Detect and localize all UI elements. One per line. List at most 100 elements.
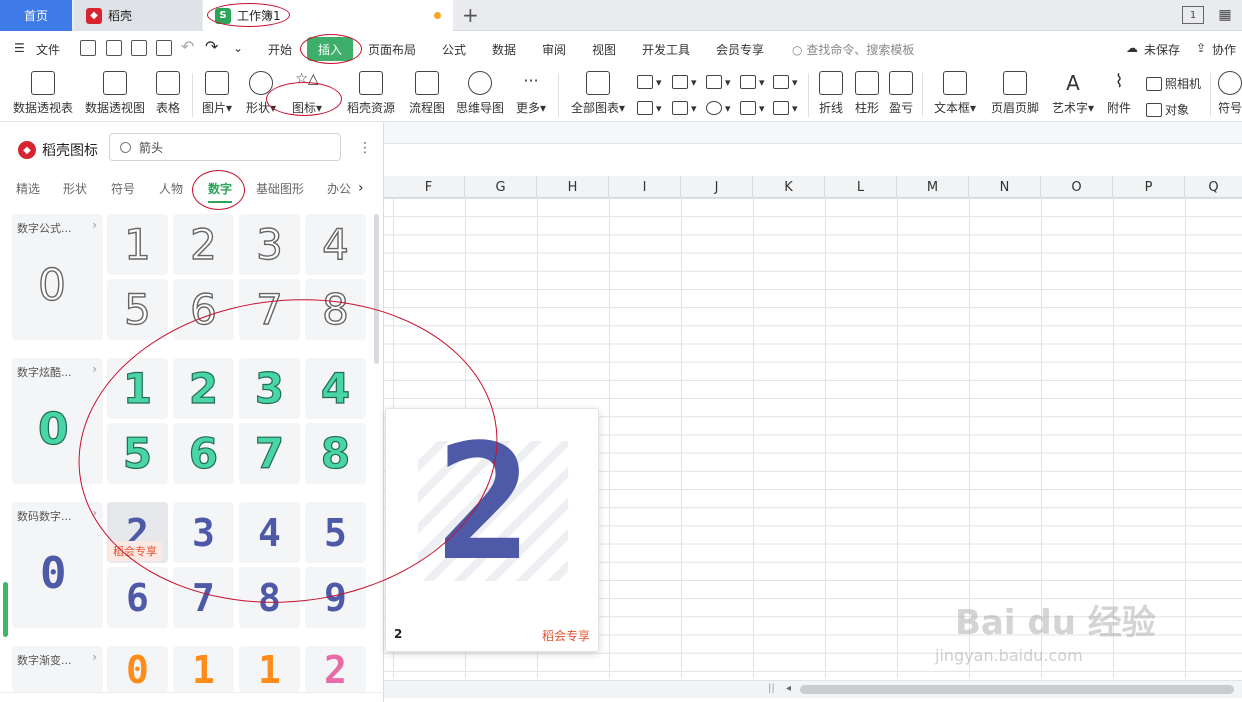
- save-icon[interactable]: [80, 40, 96, 56]
- column-header[interactable]: Q: [1185, 176, 1242, 198]
- menu-start[interactable]: 开始: [268, 41, 292, 58]
- category-tab[interactable]: 人物: [159, 180, 183, 197]
- radar-chart-dropdown[interactable]: ▾: [740, 75, 765, 89]
- number-icon[interactable]: 7: [173, 567, 234, 628]
- number-icon[interactable]: 1: [107, 358, 168, 419]
- panel-scroll-thumb[interactable]: [374, 214, 379, 364]
- collab-button[interactable]: 协作: [1212, 41, 1236, 58]
- pivot-table-button[interactable]: 数据透视表: [12, 71, 74, 116]
- category-tab-numbers[interactable]: 数字: [208, 180, 232, 197]
- docer-resource-button[interactable]: 稻壳资源: [346, 71, 396, 116]
- column-header[interactable]: H: [537, 176, 609, 198]
- icon-group-card[interactable]: 数字渐变... ›: [12, 646, 103, 692]
- column-header[interactable]: L: [825, 176, 897, 198]
- icon-button[interactable]: ☆△ 图标▾: [290, 71, 324, 116]
- attachment-button[interactable]: ⌇ 附件: [1106, 71, 1132, 116]
- scatter-chart-dropdown[interactable]: ▾: [740, 101, 765, 115]
- number-icon[interactable]: 4: [305, 214, 366, 275]
- all-charts-button[interactable]: 全部图表▾: [570, 71, 626, 116]
- sparkline-line-button[interactable]: 折线: [818, 71, 844, 116]
- number-icon[interactable]: 8: [305, 279, 366, 340]
- column-header[interactable]: P: [1113, 176, 1185, 198]
- number-icon[interactable]: 3: [239, 358, 300, 419]
- redo-icon[interactable]: ↷: [205, 37, 218, 56]
- camera-button[interactable]: 照相机: [1146, 75, 1201, 92]
- column-header[interactable]: F: [393, 176, 465, 198]
- number-icon[interactable]: 2: [173, 214, 234, 275]
- number-icon[interactable]: 8: [305, 423, 366, 484]
- number-icon[interactable]: 7: [239, 423, 300, 484]
- number-icon[interactable]: 5: [305, 502, 366, 563]
- column-header[interactable]: K: [753, 176, 825, 198]
- icon-group-card[interactable]: 数码数字... › 0: [12, 502, 103, 628]
- number-icon[interactable]: 4: [305, 358, 366, 419]
- stock-chart-dropdown[interactable]: ▾: [773, 75, 798, 89]
- mindmap-button[interactable]: 思维导图: [456, 71, 504, 116]
- chevron-down-icon[interactable]: ⌄: [233, 41, 243, 55]
- combo-chart-dropdown[interactable]: ▾: [773, 101, 798, 115]
- number-icon[interactable]: 7: [239, 279, 300, 340]
- number-icon[interactable]: 6: [173, 279, 234, 340]
- chevron-right-icon[interactable]: ›: [358, 180, 364, 196]
- shape-button[interactable]: 形状▾: [244, 71, 278, 116]
- column-header[interactable]: M: [897, 176, 969, 198]
- number-icon[interactable]: 0: [107, 646, 168, 692]
- export-icon[interactable]: [106, 40, 122, 56]
- column-header[interactable]: J: [681, 176, 753, 198]
- number-icon[interactable]: 3: [239, 214, 300, 275]
- table-button[interactable]: 表格: [154, 71, 182, 116]
- number-icon[interactable]: 8: [239, 567, 300, 628]
- stat-chart-dropdown[interactable]: ▾: [672, 101, 697, 115]
- icon-group-card[interactable]: 数字公式... › 0: [12, 214, 103, 340]
- symbol-button[interactable]: 符号: [1218, 71, 1242, 116]
- column-chart-dropdown[interactable]: ▾: [637, 75, 662, 89]
- menu-view[interactable]: 视图: [592, 41, 616, 58]
- tab-docer[interactable]: ◆ 稻壳: [74, 0, 202, 31]
- textbox-button[interactable]: 文本框▾: [932, 71, 978, 116]
- more-vertical-icon[interactable]: ⋮: [358, 140, 372, 156]
- flowchart-button[interactable]: 流程图: [408, 71, 446, 116]
- tab-home[interactable]: 首页: [0, 0, 72, 31]
- number-icon[interactable]: 4: [239, 502, 300, 563]
- pivot-chart-button[interactable]: 数据透视图: [84, 71, 146, 116]
- menu-data[interactable]: 数据: [492, 41, 516, 58]
- menu-insert[interactable]: 插入: [307, 37, 353, 61]
- number-icon[interactable]: 5: [107, 423, 168, 484]
- picture-button[interactable]: 图片▾: [200, 71, 234, 116]
- column-header[interactable]: G: [465, 176, 537, 198]
- category-tab[interactable]: 办公: [327, 180, 351, 197]
- number-icon[interactable]: 9: [305, 567, 366, 628]
- undo-icon[interactable]: ↶: [181, 37, 194, 56]
- tab-workbook[interactable]: S 工作簿1: [203, 0, 453, 31]
- horizontal-scrollbar[interactable]: || ◂: [384, 680, 1242, 698]
- menu-page-layout[interactable]: 页面布局: [368, 41, 416, 58]
- more-button[interactable]: ··· 更多▾: [514, 71, 548, 116]
- category-tab[interactable]: 形状: [63, 180, 87, 197]
- bar-chart-dropdown[interactable]: ▾: [672, 75, 697, 89]
- number-icon[interactable]: 6: [107, 567, 168, 628]
- command-search[interactable]: ○ 查找命令、搜索模板: [792, 41, 914, 58]
- category-tab[interactable]: 符号: [111, 180, 135, 197]
- pie-chart-dropdown[interactable]: ▾: [706, 101, 731, 115]
- menu-member[interactable]: 会员专享: [716, 41, 764, 58]
- number-icon[interactable]: 2: [173, 358, 234, 419]
- print-icon[interactable]: [131, 40, 147, 56]
- number-icon[interactable]: 1: [173, 646, 234, 692]
- split-handle-icon[interactable]: ||: [768, 683, 775, 694]
- number-icon[interactable]: 3: [173, 502, 234, 563]
- number-icon[interactable]: 1: [107, 214, 168, 275]
- object-button[interactable]: 对象: [1146, 101, 1189, 118]
- column-header[interactable]: N: [969, 176, 1041, 198]
- column-header[interactable]: O: [1041, 176, 1113, 198]
- menu-developer[interactable]: 开发工具: [642, 41, 690, 58]
- sparkline-winloss-button[interactable]: 盈亏: [888, 71, 914, 116]
- header-footer-button[interactable]: 页眉页脚: [990, 71, 1040, 116]
- category-tab[interactable]: 基础图形: [256, 180, 304, 197]
- area-chart-dropdown[interactable]: ▾: [637, 101, 662, 115]
- number-icon[interactable]: 5: [107, 279, 168, 340]
- number-icon[interactable]: 2: [305, 646, 366, 692]
- grid-apps-icon[interactable]: ▦: [1214, 6, 1236, 24]
- horizontal-scroll-thumb[interactable]: [800, 685, 1234, 694]
- number-icon[interactable]: 1: [239, 646, 300, 692]
- menu-file[interactable]: 文件: [36, 41, 60, 58]
